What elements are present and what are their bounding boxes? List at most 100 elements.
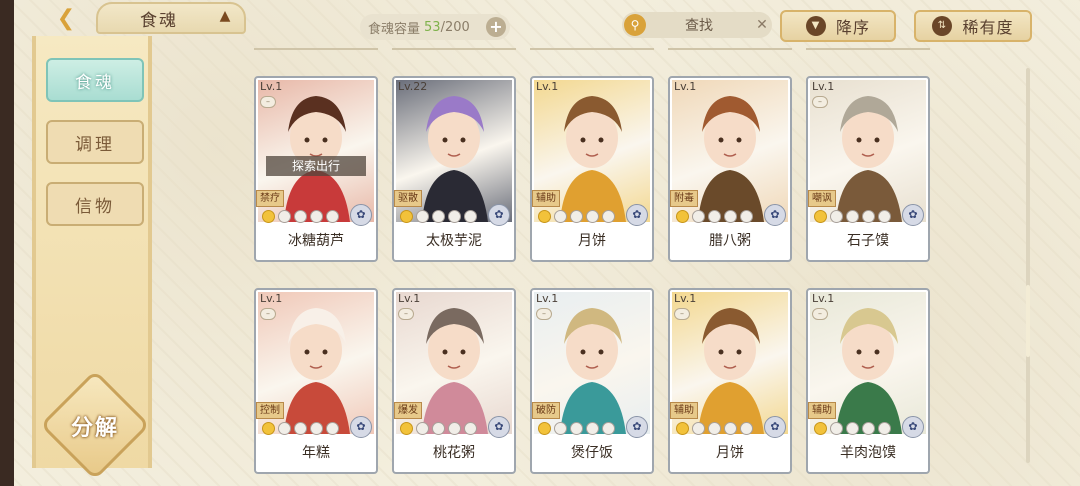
food-soul-card[interactable]: Lv.1 – 辅助 ✿ 羊肉泡馍 xyxy=(806,288,930,474)
card-level: Lv.22 xyxy=(398,80,428,93)
element-icon: ✿ xyxy=(488,204,510,226)
element-icon: ✿ xyxy=(488,416,510,438)
star-empty-icon xyxy=(326,422,339,435)
element-icon: ✿ xyxy=(764,204,786,226)
capacity-display: 食魂容量 53 /200 + xyxy=(360,14,510,40)
scrollbar-thumb[interactable] xyxy=(1026,285,1030,357)
sort-by-button[interactable]: ⇅ 稀有度 xyxy=(914,10,1032,42)
page-title: 食魂 xyxy=(140,10,178,31)
card-name: 煲仔饭 xyxy=(571,445,613,461)
sort-order-button[interactable]: ▼ 降序 xyxy=(780,10,896,42)
sort-arrows-icon: ⇅ xyxy=(932,16,953,36)
food-soul-card[interactable]: Lv.1 – 禁疗 ✿ 冰糖葫芦 探索出行 xyxy=(254,76,378,262)
back-arrow-icon: ❮ xyxy=(56,5,76,31)
role-tag: 附毒 xyxy=(670,190,698,207)
star-empty-icon xyxy=(278,210,291,223)
star-empty-icon xyxy=(846,422,859,435)
sidebar-item-conditioning[interactable]: 调理 xyxy=(46,120,144,164)
star-empty-icon xyxy=(464,422,477,435)
star-empty-icon xyxy=(830,422,843,435)
card-name: 腊八粥 xyxy=(709,233,751,249)
element-icon: ✿ xyxy=(626,204,648,226)
sidebar-item-tokens[interactable]: 信物 xyxy=(46,182,144,226)
element-icon: ✿ xyxy=(350,204,372,226)
star-filled-icon xyxy=(814,422,827,435)
star-empty-icon xyxy=(554,422,567,435)
card-name: 羊肉泡馍 xyxy=(840,445,896,461)
card-name: 桃花粥 xyxy=(433,445,475,461)
card-name: 太极芋泥 xyxy=(426,233,482,249)
scrollbar-track[interactable] xyxy=(1026,68,1030,463)
card-level: Lv.1 xyxy=(674,80,697,93)
back-button[interactable]: ❮ xyxy=(44,4,88,32)
star-empty-icon xyxy=(416,210,429,223)
star-empty-icon xyxy=(570,422,583,435)
crown-icon: ▲ xyxy=(219,8,231,24)
star-empty-icon xyxy=(692,422,705,435)
star-filled-icon xyxy=(814,210,827,223)
element-icon: ✿ xyxy=(902,416,924,438)
food-soul-card[interactable]: Lv.1 – 辅助 ✿ 月饼 xyxy=(668,288,792,474)
star-filled-icon xyxy=(676,210,689,223)
star-rating xyxy=(814,422,891,435)
star-filled-icon xyxy=(538,210,551,223)
search-icon: ⚲ xyxy=(624,14,646,36)
star-empty-icon xyxy=(708,210,721,223)
food-soul-card[interactable]: Lv.1 – 破防 ✿ 煲仔饭 xyxy=(530,288,654,474)
card-level: Lv.1 xyxy=(260,80,283,93)
food-soul-card[interactable]: Lv.1 – 爆发 ✿ 桃花粥 xyxy=(392,288,516,474)
star-empty-icon xyxy=(278,422,291,435)
card-name: 石子馍 xyxy=(847,233,889,249)
sidebar-item-label: 调理 xyxy=(75,134,115,155)
star-empty-icon xyxy=(294,422,307,435)
search-input[interactable]: ⚲ 查找 ✕ xyxy=(622,12,772,38)
star-empty-icon xyxy=(724,422,737,435)
divider xyxy=(806,48,930,50)
star-empty-icon xyxy=(586,210,599,223)
star-empty-icon xyxy=(310,422,323,435)
clear-search-icon[interactable]: ✕ xyxy=(752,17,772,33)
food-soul-card[interactable]: Lv.1 辅助 ✿ 月饼 xyxy=(530,76,654,262)
expand-capacity-button[interactable]: + xyxy=(486,17,506,37)
card-name: 月饼 xyxy=(578,233,606,249)
mood-icon: – xyxy=(260,308,276,320)
decompose-label: 分解 xyxy=(70,416,119,441)
star-empty-icon xyxy=(602,422,615,435)
card-level: Lv.1 xyxy=(536,292,559,305)
star-rating xyxy=(262,422,339,435)
star-empty-icon xyxy=(432,210,445,223)
star-empty-icon xyxy=(740,422,753,435)
star-filled-icon xyxy=(262,210,275,223)
star-empty-icon xyxy=(708,422,721,435)
food-soul-card[interactable]: Lv.1 – 嘲讽 ✿ 石子馍 xyxy=(806,76,930,262)
star-empty-icon xyxy=(740,210,753,223)
star-empty-icon xyxy=(326,210,339,223)
role-tag: 辅助 xyxy=(670,402,698,419)
food-soul-card[interactable]: Lv.1 附毒 ✿ 腊八粥 xyxy=(668,76,792,262)
divider xyxy=(668,48,792,50)
sidebar-item-food-souls[interactable]: 食魂 xyxy=(46,58,144,102)
star-filled-icon xyxy=(676,422,689,435)
sort-by-label: 稀有度 xyxy=(962,18,1014,37)
star-rating xyxy=(400,210,477,223)
star-rating xyxy=(814,210,891,223)
card-level: Lv.1 xyxy=(398,292,421,305)
food-soul-card[interactable]: Lv.1 – 控制 ✿ 年糕 xyxy=(254,288,378,474)
mood-icon: – xyxy=(260,96,276,108)
sort-down-icon: ▼ xyxy=(805,16,826,36)
capacity-label: 食魂容量 xyxy=(368,21,421,37)
star-empty-icon xyxy=(692,210,705,223)
star-empty-icon xyxy=(862,422,875,435)
mood-icon: – xyxy=(536,308,552,320)
star-empty-icon xyxy=(570,210,583,223)
star-empty-icon xyxy=(586,422,599,435)
element-icon: ✿ xyxy=(350,416,372,438)
star-empty-icon xyxy=(862,210,875,223)
star-rating xyxy=(262,210,339,223)
element-icon: ✿ xyxy=(902,204,924,226)
food-soul-card[interactable]: Lv.22 驱散 ✿ 太极芋泥 xyxy=(392,76,516,262)
role-tag: 辅助 xyxy=(532,190,560,207)
capacity-current: 53 xyxy=(424,19,441,35)
star-rating xyxy=(676,422,753,435)
role-tag: 嘲讽 xyxy=(808,190,836,207)
